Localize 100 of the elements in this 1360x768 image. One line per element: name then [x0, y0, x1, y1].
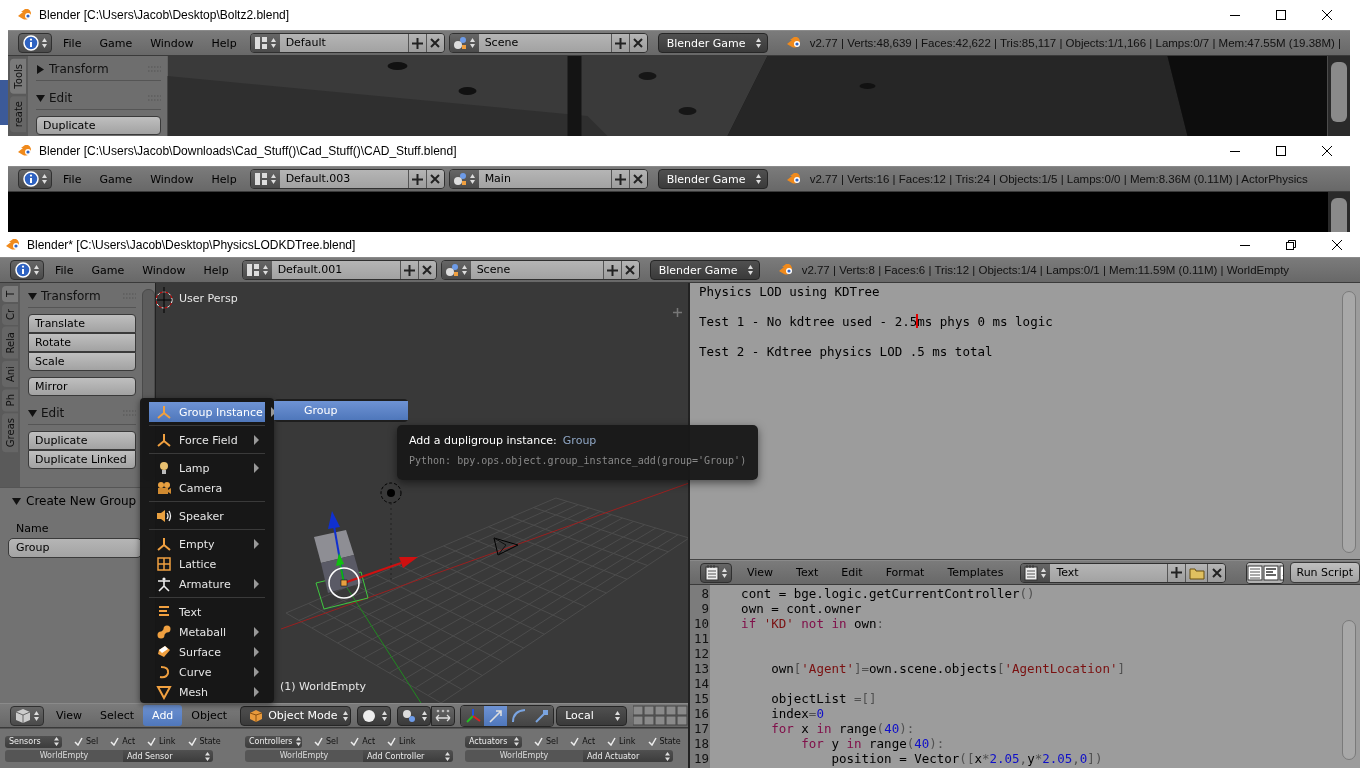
render-engine-dropdown[interactable]: Blender Game	[657, 169, 768, 189]
tab[interactable]: Greas	[2, 413, 18, 453]
menu-item[interactable]: Help	[202, 32, 246, 54]
menu-item[interactable]: Window	[141, 168, 203, 190]
editor-type-button[interactable]	[18, 33, 52, 53]
add-brick-dropdown[interactable]: Add Sensor	[123, 750, 213, 762]
editor-type-button[interactable]	[10, 260, 44, 280]
tool-button[interactable]: Duplicate	[28, 431, 136, 450]
object-name-field[interactable]: WorldEmpty	[245, 750, 363, 762]
code-line: cont = bge.logic.getCurrentController()	[740, 586, 1035, 601]
tab[interactable]: Rela	[2, 327, 18, 359]
tool-button[interactable]: Translate	[28, 314, 136, 333]
code-line: own = cont.owner	[740, 601, 862, 616]
checkmark-icon	[534, 737, 543, 746]
menu-item[interactable]: File	[46, 259, 83, 281]
toggle-button[interactable]	[1263, 562, 1280, 583]
checkbox[interactable]: Act	[350, 737, 376, 746]
brick-type-dropdown[interactable]: Sensors	[5, 735, 62, 748]
menu-item[interactable]: Curve	[149, 662, 265, 682]
render-engine-dropdown[interactable]: Blender Game	[657, 33, 768, 53]
axes-icon	[156, 404, 172, 420]
add-brick-dropdown[interactable]: Add Actuator	[583, 750, 673, 762]
checkbox[interactable]: Act	[570, 737, 596, 746]
tool-button[interactable]: Rotate	[28, 333, 136, 352]
toggle-button[interactable]	[1247, 562, 1264, 583]
menu-item[interactable]: Text	[787, 562, 828, 583]
checkbox[interactable]: Link	[147, 737, 176, 746]
menu-item[interactable]: Game	[82, 259, 134, 281]
menu-item[interactable]: Window	[133, 259, 195, 281]
menu-item[interactable]: Select	[91, 705, 144, 726]
manipulator-button[interactable]	[461, 705, 485, 726]
checkbox[interactable]: Sel	[314, 737, 339, 746]
checkbox[interactable]: Sel	[534, 737, 559, 746]
cube-icon	[249, 708, 264, 723]
info-icon	[23, 171, 39, 187]
tab[interactable]: Tools	[10, 59, 26, 94]
run-script-button[interactable]: Run Script	[1289, 562, 1360, 583]
menu-item[interactable]: Help	[194, 259, 238, 281]
menu-item[interactable]: Help	[202, 168, 246, 190]
menu-item[interactable]: Lattice	[149, 554, 265, 574]
editor-type-button[interactable]	[700, 562, 732, 583]
manipulator-button[interactable]	[484, 705, 508, 726]
checkbox[interactable]: State	[647, 737, 681, 746]
checkbox[interactable]: Link	[607, 737, 636, 746]
menu-item[interactable]: Empty	[149, 534, 265, 554]
menu-item[interactable]: Metaball	[149, 622, 265, 642]
manipulator-button[interactable]	[507, 705, 531, 726]
checkbox[interactable]: Link	[387, 737, 416, 746]
menu-item[interactable]: Text	[149, 602, 265, 622]
brick-type-dropdown[interactable]: Controllers	[245, 735, 302, 748]
checkbox[interactable]: Act	[110, 737, 136, 746]
menu-item[interactable]: Surface	[149, 642, 265, 662]
tab[interactable]: Cr	[2, 304, 18, 326]
menu-item[interactable]: Force Field	[149, 430, 265, 450]
object-name-field[interactable]: WorldEmpty	[5, 750, 123, 762]
add-brick-dropdown[interactable]: Add Controller	[363, 750, 453, 762]
menu-item[interactable]: Window	[141, 32, 203, 54]
mode-dropdown[interactable]: Object Mode	[240, 705, 352, 726]
menu-item[interactable]: Armature	[149, 574, 265, 594]
pivot-icon	[402, 708, 417, 723]
render-engine-dropdown[interactable]: Blender Game	[649, 260, 760, 280]
tab[interactable]: reate	[10, 95, 26, 132]
object-name-field[interactable]: WorldEmpty	[465, 750, 583, 762]
pivot-dropdown[interactable]	[397, 705, 432, 726]
menu-item[interactable]: File	[54, 168, 91, 190]
tool-button[interactable]: Duplicate Linked	[28, 450, 136, 469]
menu-item[interactable]: Game	[90, 168, 142, 190]
menu-item[interactable]: Speaker	[149, 506, 265, 526]
menu-item[interactable]: Camera	[149, 478, 265, 498]
tool-button[interactable]: Mirror	[28, 377, 136, 396]
line-number: 8	[700, 586, 710, 601]
menu-item[interactable]: Game	[90, 32, 142, 54]
menu-item[interactable]: View	[738, 562, 783, 583]
shading-dropdown[interactable]	[357, 705, 392, 726]
menu-item[interactable]: Templates	[938, 562, 1013, 583]
tool-button[interactable]: Duplicate	[36, 116, 161, 135]
menu-item[interactable]: File	[54, 32, 91, 54]
menu-item[interactable]: Format	[876, 562, 934, 583]
scene-statistics: v2.77 | Verts:48,639 | Faces:42,622 | Tris:85,117 | Objects:1/1,166 | Lamps:0/7 | Mem:47.55M (19.38M) |	[809, 37, 1342, 49]
tool-button[interactable]: Scale	[28, 352, 136, 371]
editor-type-button[interactable]	[18, 169, 52, 189]
menu-item[interactable]: View	[47, 705, 92, 726]
menu-item[interactable]: Lamp	[149, 458, 265, 478]
menu-item[interactable]: Mesh	[149, 682, 265, 702]
tab[interactable]: Ph	[2, 388, 18, 412]
stick-figure-icon	[156, 576, 172, 592]
menu-item[interactable]: Object	[182, 705, 237, 726]
editor-type-button[interactable]	[10, 705, 44, 726]
manipulator-toggle[interactable]	[431, 705, 456, 726]
manipulator-button[interactable]	[530, 705, 554, 726]
name-field[interactable]: Group	[8, 538, 142, 558]
menu-item[interactable]: Group	[274, 401, 408, 420]
menu-item[interactable]: Add	[143, 705, 183, 726]
checkbox[interactable]: Sel	[74, 737, 99, 746]
tab[interactable]: Ani	[2, 360, 18, 387]
orientation-dropdown[interactable]: Local	[556, 705, 628, 726]
tab[interactable]: T	[2, 286, 18, 303]
checkbox[interactable]: State	[187, 737, 221, 746]
menu-item[interactable]: Edit	[832, 562, 872, 583]
brick-type-dropdown[interactable]: Actuators	[465, 735, 522, 748]
